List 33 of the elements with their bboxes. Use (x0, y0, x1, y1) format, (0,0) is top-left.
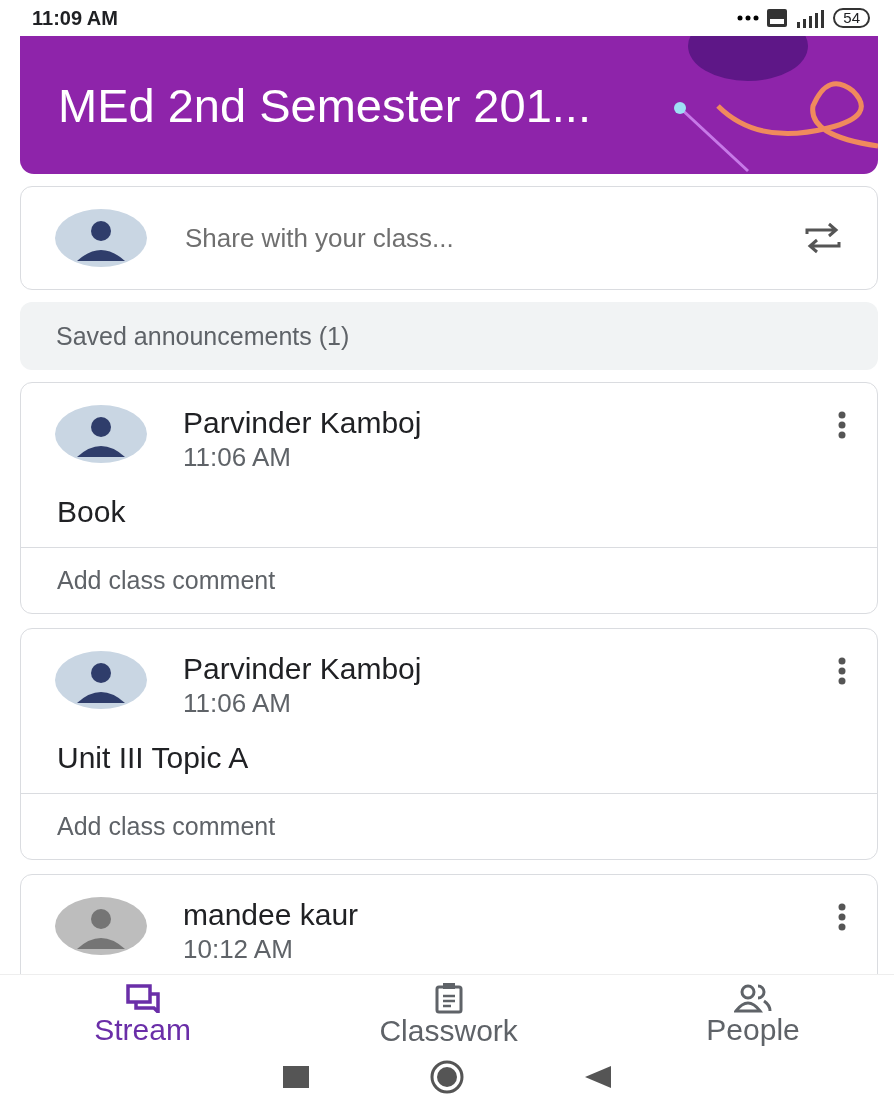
share-input[interactable]: Share with your class... (183, 221, 767, 255)
avatar-icon (55, 651, 147, 709)
nav-tab[interactable]: Stream (74, 975, 211, 1055)
back-icon[interactable] (585, 1066, 611, 1088)
repost-icon[interactable] (803, 222, 843, 254)
more-options-icon[interactable] (837, 903, 847, 931)
more-options-icon[interactable] (837, 657, 847, 685)
author-name: mandee kaur (183, 897, 360, 933)
class-title: MEd 2nd Semester 201... (58, 77, 591, 133)
people-icon (734, 983, 772, 1013)
nav-tab[interactable]: Classwork (359, 975, 538, 1055)
add-comment-link[interactable]: Add class comment (21, 547, 877, 613)
clock-time: 11:09 AM (32, 6, 118, 30)
post-text: Unit III Topic A (56, 740, 250, 776)
avatar-icon (55, 209, 147, 267)
more-options-icon[interactable] (837, 411, 847, 439)
add-comment-link[interactable]: Add class comment (21, 793, 877, 859)
author-name: Parvinder Kamboj (183, 651, 423, 687)
avatar-icon (55, 405, 147, 463)
author-name: Parvinder Kamboj (183, 405, 423, 441)
post-time: 11:06 AM (183, 441, 292, 473)
signal-icon (795, 8, 826, 28)
chat-icon (124, 983, 161, 1013)
nav-tab[interactable]: People (686, 975, 820, 1055)
saved-announcements-link[interactable]: Saved announcements (1) (20, 302, 878, 370)
dots-icon (737, 15, 760, 21)
avatar-icon (55, 897, 147, 955)
post-time: 10:12 AM (183, 933, 294, 965)
home-icon[interactable] (429, 1059, 465, 1095)
post-text: Book (56, 494, 127, 530)
post-time: 11:06 AM (183, 687, 292, 719)
battery-level: 54 (833, 8, 870, 28)
clipboard-icon (433, 982, 464, 1014)
